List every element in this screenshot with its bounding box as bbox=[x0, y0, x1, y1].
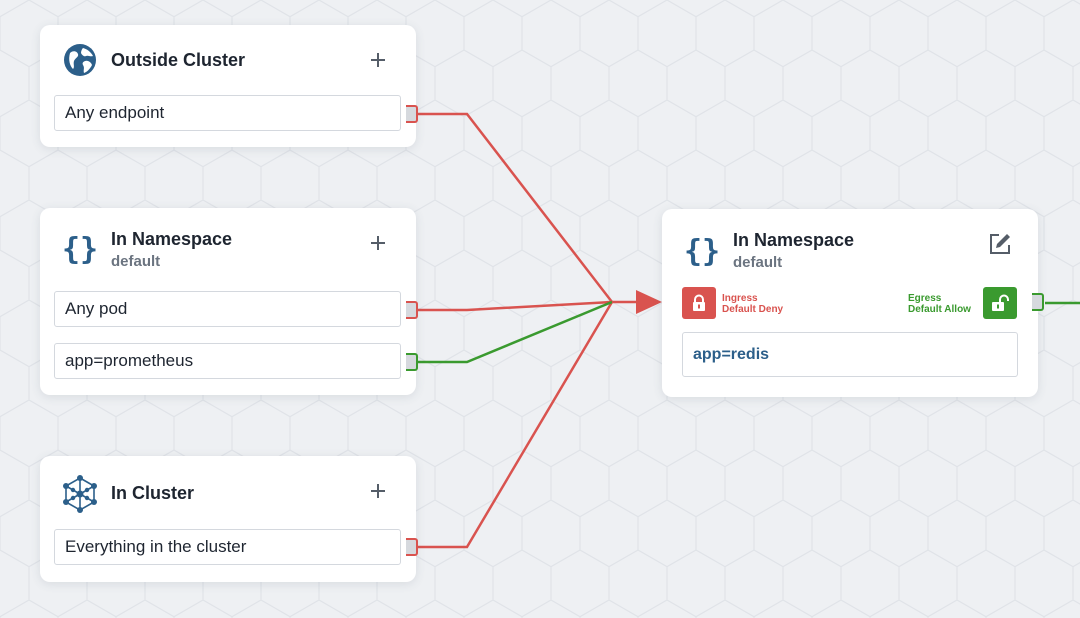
selector-app-redis[interactable]: app=redis bbox=[682, 332, 1018, 377]
connector-any-pod-deny bbox=[418, 300, 613, 312]
in-cluster-card: In Cluster Everything in the cluster bbox=[40, 456, 418, 582]
card-title: Outside Cluster bbox=[111, 50, 246, 70]
svg-text:{}: {} bbox=[684, 234, 720, 269]
braces-icon: {} bbox=[682, 230, 722, 270]
in-namespace-source-card: {} In Namespace default Any pod app=prom… bbox=[40, 208, 418, 395]
edit-icon bbox=[990, 234, 1010, 254]
plus-icon bbox=[371, 53, 385, 67]
add-selector-button[interactable] bbox=[367, 232, 389, 254]
selector-any-pod[interactable]: Any pod bbox=[54, 291, 401, 327]
connector-outside-cluster-deny bbox=[418, 112, 613, 303]
card-title: In Namespace bbox=[111, 229, 233, 249]
output-port-allow[interactable] bbox=[406, 353, 418, 371]
target-namespace-card: {} In Namespace default Ingress Default … bbox=[662, 209, 1044, 397]
plus-icon bbox=[371, 484, 385, 498]
globe-icon bbox=[62, 42, 98, 78]
cluster-icon bbox=[60, 474, 100, 514]
egress-output-port[interactable] bbox=[1032, 293, 1044, 311]
add-selector-button[interactable] bbox=[367, 49, 389, 71]
edit-button[interactable] bbox=[988, 232, 1012, 256]
add-selector-button[interactable] bbox=[367, 480, 389, 502]
connector-in-cluster-deny bbox=[418, 301, 614, 549]
braces-icon: {} bbox=[60, 228, 100, 268]
egress-policy: Default Allow bbox=[908, 304, 971, 315]
lock-closed-icon bbox=[693, 294, 705, 311]
output-port-deny[interactable] bbox=[406, 105, 418, 123]
egress-lock-button[interactable] bbox=[983, 287, 1017, 319]
plus-icon bbox=[371, 236, 385, 250]
selector-everything-in-cluster[interactable]: Everything in the cluster bbox=[54, 529, 401, 565]
ingress-label: Ingress bbox=[722, 293, 758, 304]
svg-text:{}: {} bbox=[62, 232, 98, 267]
egress-label: Egress bbox=[908, 293, 942, 304]
ingress-policy-label: Ingress Default Deny bbox=[722, 293, 783, 315]
selector-app-prometheus[interactable]: app=prometheus bbox=[54, 343, 401, 379]
outside-cluster-card: Outside Cluster Any endpoint bbox=[40, 25, 418, 147]
selector-any-endpoint[interactable]: Any endpoint bbox=[54, 95, 401, 131]
output-port-deny[interactable] bbox=[406, 301, 418, 319]
ingress-policy: Default Deny bbox=[722, 304, 784, 315]
ingress-lock-button[interactable] bbox=[682, 287, 716, 319]
ingress-arrow-head bbox=[636, 290, 662, 314]
output-port-deny[interactable] bbox=[406, 538, 418, 556]
card-subtitle: default bbox=[111, 253, 161, 270]
card-title: In Cluster bbox=[111, 483, 195, 503]
egress-policy-label: Egress Default Allow bbox=[908, 293, 971, 315]
card-subtitle: default bbox=[733, 254, 783, 271]
card-title: In Namespace bbox=[733, 230, 855, 250]
lock-open-icon bbox=[992, 294, 1009, 311]
